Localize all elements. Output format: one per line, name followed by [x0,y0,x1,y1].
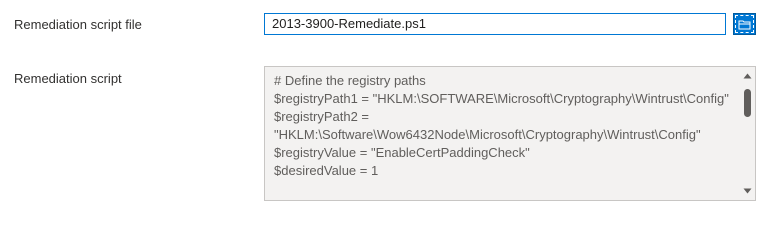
browse-button-focus-ring [735,15,754,33]
remediation-script-file-input[interactable]: 2013-3900-Remediate.ps1 [264,13,726,35]
remediation-script-file-label: Remediation script file [14,17,142,32]
remediation-form: Remediation script file 2013-3900-Remedi… [0,0,764,211]
scroll-up-arrow-icon[interactable] [742,71,753,81]
script-line: $registryPath1 = "HKLM:\SOFTWARE\Microso… [274,91,729,106]
script-line: "HKLM:\Software\Wow6432Node\Microsoft\Cr… [274,127,701,142]
browse-file-button[interactable] [733,13,756,35]
scroll-down-arrow-icon[interactable] [742,186,753,196]
script-line: # Define the registry paths [274,73,426,88]
script-content: # Define the registry paths $registryPat… [274,72,736,180]
remediation-script-label: Remediation script [14,71,122,86]
scrollbar-thumb[interactable] [744,89,751,117]
script-line: $registryPath2 = [274,109,370,124]
remediation-script-textarea[interactable]: # Define the registry paths $registryPat… [264,66,756,201]
script-line: $desiredValue = 1 [274,163,379,178]
vertical-scrollbar[interactable] [742,71,753,196]
script-line: $registryValue = "EnableCertPaddingCheck… [274,145,530,160]
folder-open-icon [738,20,751,29]
